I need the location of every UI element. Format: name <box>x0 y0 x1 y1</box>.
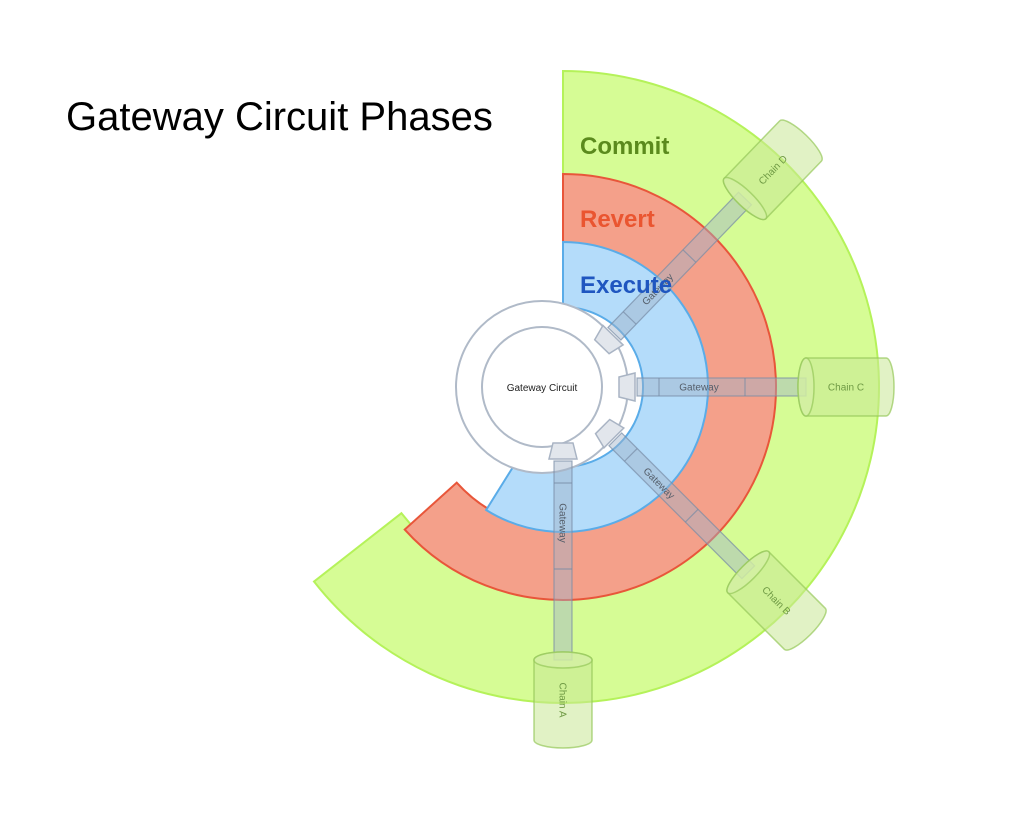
chain-cap <box>797 357 815 417</box>
page-title: Gateway Circuit Phases <box>66 95 493 139</box>
gateway-port <box>618 372 636 402</box>
center-label: Gateway Circuit <box>507 383 578 394</box>
chain-cylinder[interactable]: Chain A <box>533 651 593 749</box>
phase-label-revert: Revert <box>580 206 655 233</box>
gateway-bar[interactable] <box>553 460 573 661</box>
gateway-label: Gateway <box>679 383 718 394</box>
gateway-label: Gateway <box>557 503 568 542</box>
chain-label: Chain A <box>557 682 568 717</box>
gateway-port <box>548 442 578 460</box>
phase-label-commit: Commit <box>580 133 669 160</box>
chain-label: Chain C <box>828 383 864 394</box>
phase-label-execute: Execute <box>580 272 672 299</box>
chain-cap <box>533 651 593 669</box>
gateway-bar[interactable] <box>636 377 807 397</box>
chain-cylinder[interactable]: Chain C <box>797 357 895 417</box>
gateway-circuit-diagram: Gateway Circuit Phases Gateway Circuit G… <box>66 69 895 749</box>
